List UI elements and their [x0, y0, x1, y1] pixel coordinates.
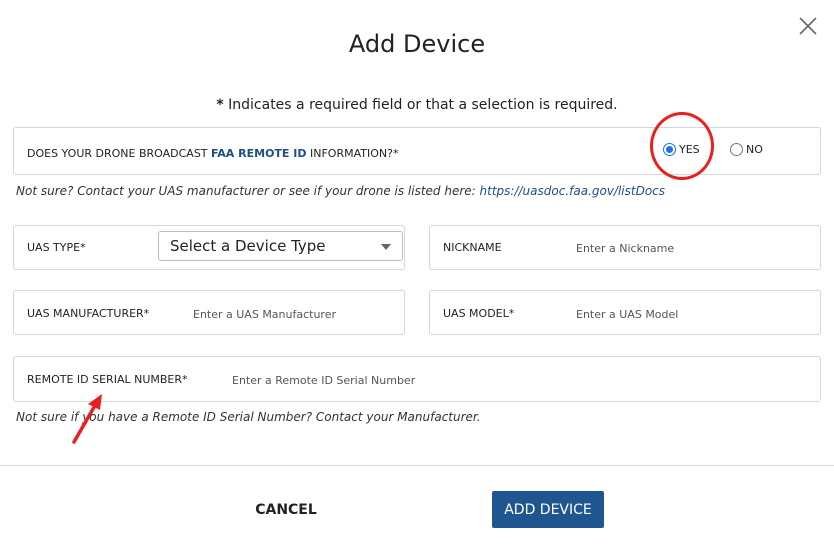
uas-manufacturer-input[interactable]	[193, 306, 393, 322]
dialog-title: Add Device	[348, 30, 486, 58]
uas-type-selected: Select a Device Type	[170, 237, 326, 255]
required-note-text: Indicates a required field or that a sel…	[223, 97, 618, 113]
radio-no-label: NO	[746, 143, 763, 156]
nickname-input[interactable]	[576, 240, 806, 256]
uasdoc-link[interactable]: https://uasdoc.faa.gov/listDocs	[480, 184, 666, 198]
radio-no[interactable]: NO	[730, 143, 763, 156]
add-device-dialog: Add Device * Indicates a required field …	[0, 0, 834, 554]
question-suffix: INFORMATION?*	[306, 147, 399, 160]
required-note: * Indicates a required field or that a s…	[0, 97, 834, 113]
chevron-down-icon	[381, 244, 391, 250]
remote-id-question-label: DOES YOUR DRONE BROADCAST FAA REMOTE ID …	[27, 147, 398, 160]
required-marker: *	[216, 97, 224, 113]
uas-type-select[interactable]: Select a Device Type	[158, 231, 403, 261]
faa-remote-id-link[interactable]: FAA REMOTE ID	[211, 147, 306, 160]
question-prefix: DOES YOUR DRONE BROADCAST	[27, 147, 212, 160]
uas-model-label: UAS MODEL*	[443, 307, 515, 320]
remote-id-serial-label: REMOTE ID SERIAL NUMBER*	[27, 373, 188, 386]
annotation-circle	[650, 112, 714, 180]
cancel-button[interactable]: CANCEL	[236, 493, 336, 527]
add-device-button[interactable]: ADD DEVICE	[492, 491, 604, 528]
remote-id-hint: Not sure? Contact your UAS manufacturer …	[16, 184, 665, 198]
uas-type-label: UAS TYPE*	[27, 241, 86, 254]
remote-id-serial-input[interactable]	[232, 372, 632, 388]
radio-no-indicator[interactable]	[730, 143, 743, 156]
annotation-arrow-icon	[72, 394, 102, 444]
remote-id-hint-text: Not sure? Contact your UAS manufacturer …	[16, 184, 480, 198]
footer-divider	[0, 465, 834, 466]
uas-model-input[interactable]	[576, 306, 806, 322]
uas-manufacturer-label: UAS MANUFACTURER*	[27, 307, 150, 320]
nickname-label: NICKNAME	[443, 241, 502, 254]
